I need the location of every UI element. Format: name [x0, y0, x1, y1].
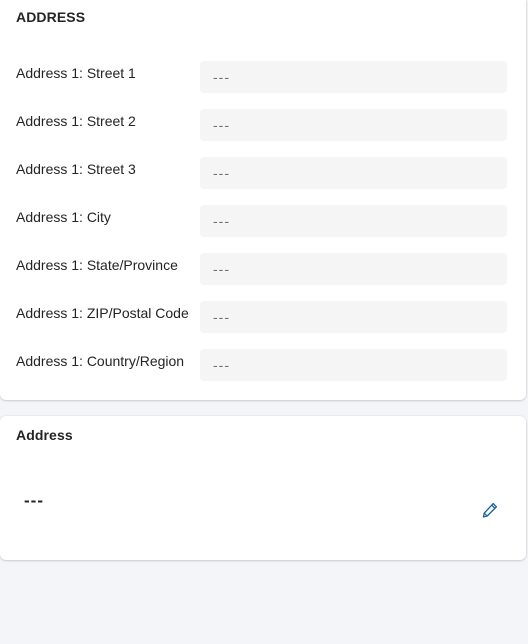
field-street-2: Address 1: Street 2 ---: [0, 109, 526, 141]
state-province-input[interactable]: ---: [200, 253, 507, 285]
field-label: Address 1: Street 3: [16, 161, 136, 177]
address-card-title: Address: [16, 427, 73, 443]
field-city: Address 1: City ---: [0, 205, 526, 237]
field-label: Address 1: State/Province: [16, 257, 178, 273]
field-label: Address 1: Street 2: [16, 113, 136, 129]
edit-address-button[interactable]: [478, 498, 502, 522]
address-card: Address ---: [0, 416, 526, 560]
city-input[interactable]: ---: [200, 205, 507, 237]
field-street-3: Address 1: Street 3 ---: [0, 157, 526, 189]
field-street-1: Address 1: Street 1 ---: [0, 61, 526, 93]
field-label: Address 1: Country/Region: [16, 353, 185, 369]
pencil-icon: [482, 502, 498, 518]
composite-address-value: ---: [24, 491, 44, 510]
country-region-input[interactable]: ---: [200, 349, 507, 381]
street-2-input[interactable]: ---: [200, 109, 507, 141]
field-label: Address 1: Street 1: [16, 65, 136, 81]
zip-postal-code-input[interactable]: ---: [200, 301, 507, 333]
address-section: ADDRESS Address 1: Street 1 --- Address …: [0, 0, 526, 400]
field-state-province: Address 1: State/Province ---: [0, 253, 526, 285]
field-zip-postal-code: Address 1: ZIP/Postal Code ---: [0, 301, 526, 333]
field-country-region: Address 1: Country/Region ---: [0, 349, 526, 381]
field-label: Address 1: City: [16, 209, 111, 225]
street-3-input[interactable]: ---: [200, 157, 507, 189]
street-1-input[interactable]: ---: [200, 61, 507, 93]
field-label: Address 1: ZIP/Postal Code: [16, 305, 189, 321]
section-title: ADDRESS: [16, 9, 86, 25]
